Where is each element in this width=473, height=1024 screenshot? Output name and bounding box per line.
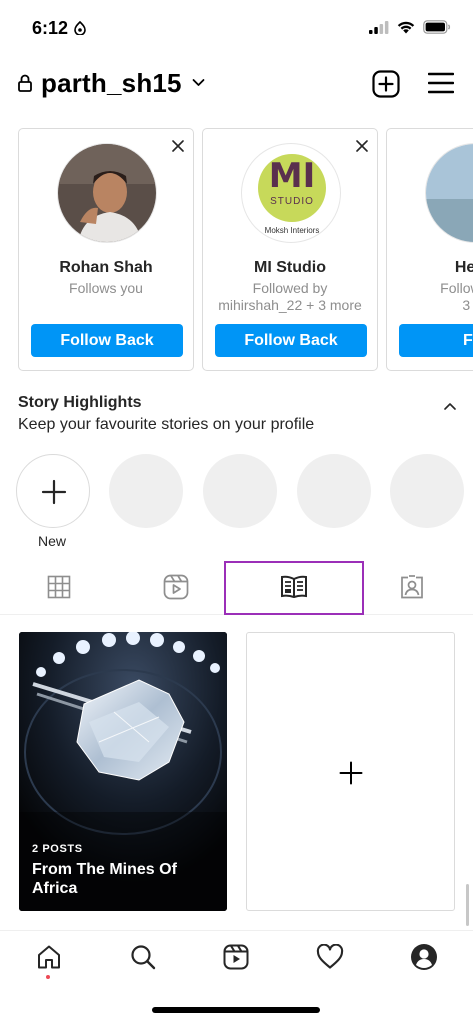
home-indicator <box>152 1007 320 1013</box>
avatar[interactable]: MI STUDIO Moksh Interiors <box>241 143 341 243</box>
studio-logo-text: MI <box>268 156 316 196</box>
suggestion-card: Helly Followed b 3 m Fol <box>386 128 473 371</box>
lock-icon <box>18 74 32 92</box>
guide-post-count: 2 POSTS <box>32 843 83 855</box>
avatar[interactable] <box>57 143 157 243</box>
menu-icon[interactable] <box>428 72 454 94</box>
reels-icon <box>223 944 249 970</box>
suggestion-name: MI Studio <box>254 259 326 276</box>
suggestion-subtitle: Followed by mihirshah_22 + 3 more <box>203 280 377 314</box>
home-icon <box>38 945 60 969</box>
close-icon[interactable] <box>172 140 184 152</box>
hotspot-icon <box>74 21 86 35</box>
studio-logo-subtext: STUDIO <box>270 196 314 207</box>
signal-icon <box>369 20 389 34</box>
profile-avatar-icon <box>411 944 437 970</box>
suggestion-card: Rohan Shah Follows you Follow Back <box>18 128 194 371</box>
notification-dot <box>46 975 50 979</box>
suggestion-subtitle: Follows you <box>69 280 143 296</box>
guide-card[interactable]: 2 POSTS From The Mines Of Africa <box>19 632 227 911</box>
status-time: 6:12 <box>32 18 69 38</box>
search-icon <box>131 945 156 970</box>
status-bar: 6:12 <box>0 0 473 52</box>
wifi-icon <box>397 21 415 33</box>
profile-tabs <box>0 561 473 615</box>
nav-home[interactable] <box>35 943 63 971</box>
highlight-placeholder <box>203 454 277 528</box>
story-highlights-title: Story Highlights <box>18 394 142 411</box>
suggestion-name: Helly <box>454 259 473 276</box>
highlight-placeholder <box>109 454 183 528</box>
battery-icon <box>423 20 451 34</box>
profile-header: parth_sh15 <box>0 62 473 106</box>
suggestion-subtitle-line: Followed b <box>440 280 473 296</box>
new-post-icon[interactable] <box>372 70 400 98</box>
story-highlights-subtitle: Keep your favourite stories on your prof… <box>18 416 315 433</box>
suggestion-subtitle-line: Followed by <box>252 280 328 296</box>
avatar[interactable] <box>425 143 473 243</box>
tab-tagged[interactable] <box>398 573 426 601</box>
bottom-nav <box>0 930 473 986</box>
suggestion-card: MI STUDIO Moksh Interiors MI Studio Foll… <box>202 128 378 371</box>
tagged-icon <box>401 575 423 599</box>
username-switcher[interactable]: parth_sh15 <box>41 68 182 99</box>
guides-icon <box>281 575 307 599</box>
grid-icon <box>47 575 71 599</box>
plus-icon <box>41 479 67 505</box>
guide-title: From The Mines Of Africa <box>32 861 177 897</box>
tab-reels[interactable] <box>162 573 190 601</box>
nav-profile[interactable] <box>410 943 438 971</box>
scrollbar[interactable] <box>466 884 469 926</box>
heart-icon <box>316 944 344 969</box>
nav-activity[interactable] <box>316 943 344 971</box>
suggestion-name: Rohan Shah <box>59 259 153 276</box>
tab-posts-grid[interactable] <box>45 573 73 601</box>
reels-icon <box>163 574 189 600</box>
suggestion-subtitle-line: mihirshah_22 + 3 more <box>218 297 362 313</box>
chevron-down-icon[interactable] <box>192 78 205 87</box>
nav-search[interactable] <box>129 943 157 971</box>
studio-logo-caption: Moksh Interiors <box>264 226 320 235</box>
story-highlights-header[interactable]: Story Highlights Keep your favourite sto… <box>18 394 458 434</box>
new-highlight-label: New <box>38 533 67 549</box>
follow-back-button[interactable]: Follow Back <box>31 324 183 357</box>
suggested-accounts: Rohan Shah Follows you Follow Back MI ST… <box>18 128 473 372</box>
add-guide-button[interactable] <box>246 632 455 911</box>
follow-button[interactable]: Fol <box>399 324 473 357</box>
highlight-placeholder <box>390 454 464 528</box>
suggestion-subtitle: Followed b 3 m <box>387 280 473 314</box>
story-highlights-row: New <box>0 454 473 550</box>
plus-icon <box>339 761 363 785</box>
tab-guides[interactable] <box>280 573 308 601</box>
highlight-placeholder <box>297 454 371 528</box>
suggestion-subtitle-line: 3 m <box>462 297 473 313</box>
nav-reels[interactable] <box>222 943 250 971</box>
follow-back-button[interactable]: Follow Back <box>215 324 367 357</box>
new-highlight-button[interactable] <box>16 454 90 528</box>
status-icons <box>369 20 451 34</box>
close-icon[interactable] <box>356 140 368 152</box>
chevron-up-icon[interactable] <box>444 402 456 410</box>
